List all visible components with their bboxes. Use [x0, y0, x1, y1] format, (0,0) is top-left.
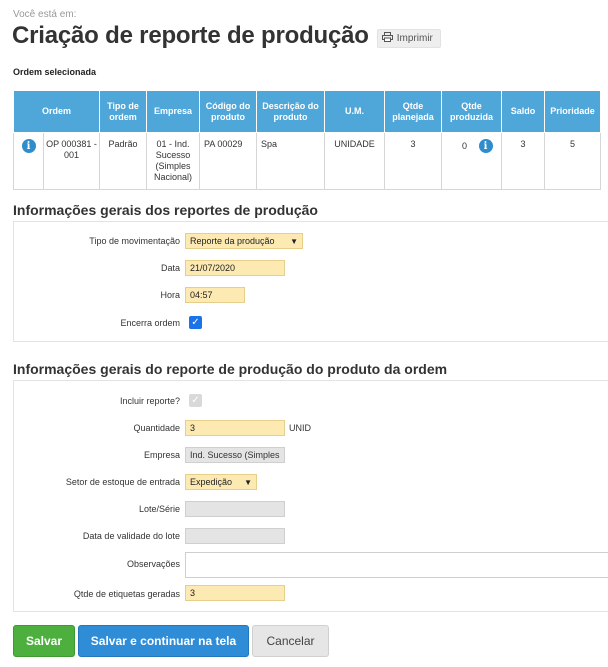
empresa-field: Ind. Sucesso (Simples — [185, 447, 285, 463]
cell-empresa: 01 - Ind. Sucesso (Simples Nacional) — [146, 132, 200, 190]
data-field[interactable]: 21/07/2020 — [185, 260, 285, 276]
section2-title: Informações gerais do reporte de produçã… — [13, 361, 448, 377]
incluir-reporte-label: Incluir reporte? — [119, 396, 180, 406]
cell-codigo: PA 00029 — [199, 132, 257, 190]
incluir-reporte-checkbox: ✓ — [189, 394, 202, 407]
page-title: Criação de reporte de produção — [12, 22, 369, 49]
breadcrumb: Você está em: — [13, 9, 77, 20]
data-label: Data — [160, 263, 180, 273]
cell-tipo: Padrão — [99, 132, 147, 190]
col-ordem: Ordem — [13, 90, 100, 133]
chevron-down-icon: ▼ — [244, 477, 252, 487]
quantidade-field[interactable]: 3 — [185, 420, 285, 436]
tipo-movimentacao-label: Tipo de movimentação — [89, 236, 180, 246]
quantidade-unit: UNID — [289, 423, 311, 433]
table-row: i OP 000381 - 001 Padrão 01 - Ind. Suces… — [13, 132, 601, 190]
observacoes-field[interactable] — [185, 552, 608, 578]
print-button-label: Imprimir — [396, 32, 433, 44]
data-validade-label: Data de validade do lote — [82, 531, 180, 541]
selected-order-label: Ordem selecionada — [13, 67, 97, 77]
cell-saldo: 3 — [501, 132, 545, 190]
cell-um: UNIDADE — [324, 132, 385, 190]
tipo-movimentacao-select[interactable]: Reporte da produção ▼ — [185, 233, 303, 249]
observacoes-label: Observações — [126, 559, 180, 569]
col-saldo: Saldo — [501, 90, 545, 133]
qtde-produzida-value: 0 — [461, 140, 467, 151]
data-validade-field — [185, 528, 285, 544]
qtde-etiquetas-label: Qtde de etiquetas geradas — [73, 589, 180, 599]
cell-prioridade: 5 — [544, 132, 601, 190]
col-qtde-planejada: Qtde planejada — [384, 90, 442, 133]
printer-icon — [381, 31, 393, 45]
cell-qtde-planejada: 3 — [384, 132, 442, 190]
col-qtde-produzida: Qtde produzida — [441, 90, 502, 133]
orders-table: Ordem Tipo de ordem Empresa Código do pr… — [13, 90, 601, 190]
qtde-produzida-info-icon[interactable]: i — [478, 139, 493, 153]
print-button[interactable]: Imprimir — [376, 28, 441, 48]
empresa-label: Empresa — [143, 450, 180, 460]
encerra-ordem-checkbox[interactable]: ✓ — [189, 316, 202, 329]
cancel-button[interactable]: Cancelar — [252, 625, 329, 657]
col-descricao-produto: Descrição do produto — [256, 90, 325, 133]
quantidade-label: Quantidade — [133, 423, 180, 433]
save-button[interactable]: Salvar — [13, 625, 75, 657]
hora-field[interactable]: 04:57 — [185, 287, 245, 303]
setor-estoque-label: Setor de estoque de entrada — [65, 477, 180, 487]
cell-descricao: Spa — [256, 132, 325, 190]
lote-serie-field — [185, 501, 285, 517]
section2-panel: Incluir reporte? ✓ Quantidade 3 UNID Emp… — [13, 380, 608, 612]
section1-panel: Tipo de movimentação Reporte da produção… — [13, 221, 608, 342]
order-info-icon[interactable]: i — [21, 139, 36, 153]
cell-qtde-produzida: 0i — [441, 132, 502, 190]
save-continue-button[interactable]: Salvar e continuar na tela — [78, 625, 249, 657]
hora-label: Hora — [160, 290, 180, 300]
encerra-ordem-label: Encerra ordem — [120, 318, 180, 328]
col-codigo-produto: Código do produto — [199, 90, 257, 133]
chevron-down-icon: ▼ — [290, 236, 298, 246]
lote-serie-label: Lote/Série — [138, 504, 180, 514]
setor-estoque-select[interactable]: Expedição ▼ — [185, 474, 257, 490]
qtde-etiquetas-field[interactable]: 3 — [185, 585, 285, 601]
section1-title: Informações gerais dos reportes de produ… — [13, 202, 318, 218]
cell-ordem: OP 000381 - 001 — [43, 132, 100, 190]
col-prioridade: Prioridade — [544, 90, 601, 133]
col-tipo-ordem: Tipo de ordem — [99, 90, 147, 133]
col-um: U.M. — [324, 90, 385, 133]
col-empresa: Empresa — [146, 90, 200, 133]
